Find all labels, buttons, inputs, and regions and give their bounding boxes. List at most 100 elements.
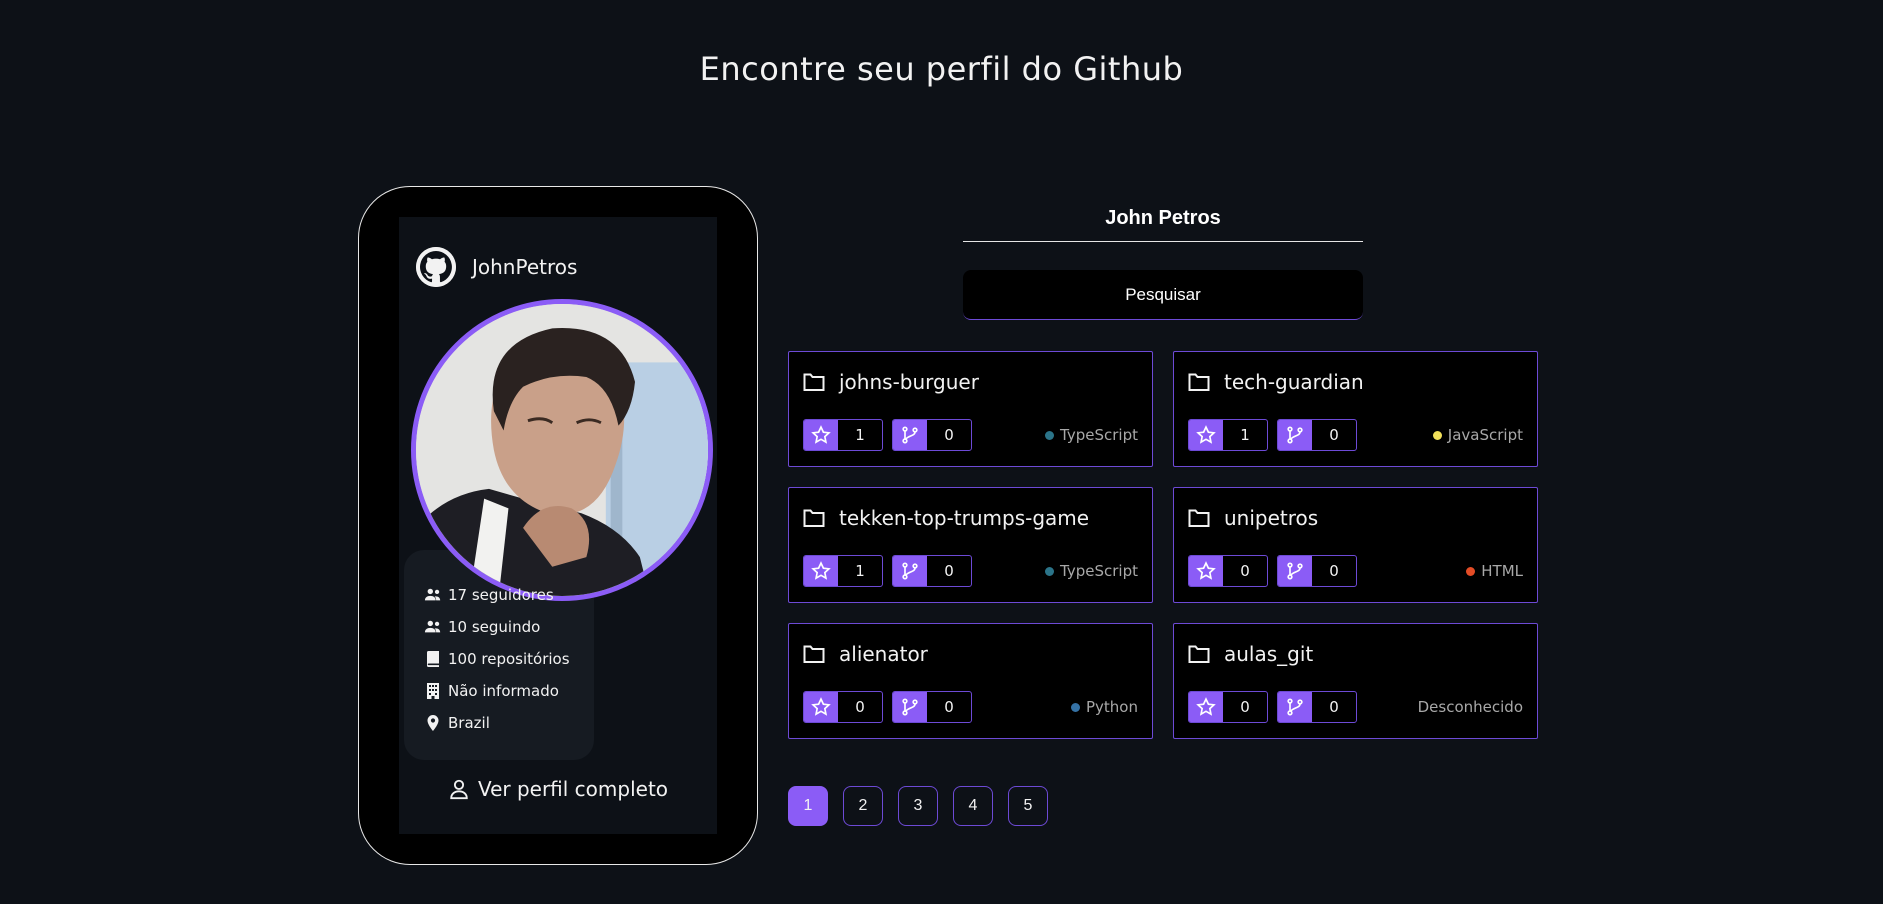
location-text: Brazil	[448, 714, 490, 732]
repo-language: HTML	[1466, 562, 1523, 580]
folder-icon	[1188, 373, 1210, 391]
folder-icon	[1188, 509, 1210, 527]
repo-language: TypeScript	[1045, 562, 1138, 580]
fork-count[interactable]: 0	[1277, 419, 1357, 451]
pagination: 1 2 3 4 5	[788, 786, 1048, 826]
star-icon	[1196, 425, 1216, 444]
repo-card[interactable]: aulas_git 0 0 Desconhecido	[1173, 623, 1538, 739]
repo-name: unipetros	[1224, 506, 1319, 530]
repo-card[interactable]: unipetros 0 0 HTML	[1173, 487, 1538, 603]
fork-count[interactable]: 0	[892, 419, 972, 451]
language-dot	[1045, 566, 1055, 576]
folder-icon	[1188, 645, 1210, 663]
language-label: Python	[1086, 698, 1138, 716]
repo-name: alienator	[839, 642, 928, 666]
star-count[interactable]: 1	[803, 555, 883, 587]
fork-icon	[902, 698, 918, 716]
star-count-value: 1	[855, 426, 865, 444]
page-button[interactable]: 5	[1008, 786, 1048, 826]
fork-count-value: 0	[1329, 426, 1339, 444]
repo-language: JavaScript	[1432, 426, 1523, 444]
fork-icon	[1287, 562, 1303, 580]
language-label: TypeScript	[1060, 562, 1138, 580]
fork-icon	[902, 562, 918, 580]
user-icon	[450, 779, 468, 800]
following-item: 10 seguindo	[424, 611, 570, 643]
full-profile-link[interactable]: Ver perfil completo	[399, 777, 717, 801]
page-title: Encontre seu perfil do Github	[699, 50, 1184, 88]
repo-name: aulas_git	[1224, 642, 1314, 666]
language-dot	[1466, 566, 1476, 576]
users-icon	[424, 588, 441, 601]
language-label: Desconhecido	[1417, 698, 1523, 716]
repo-card[interactable]: tech-guardian 1 0 JavaScript	[1173, 351, 1538, 467]
avatar	[411, 299, 713, 601]
phone-screen: JohnPetros 17 seguidores 10 seguindo 100…	[399, 217, 717, 834]
repositories-text: 100 repositórios	[448, 650, 570, 668]
fork-icon	[902, 426, 918, 444]
repo-language: Python	[1071, 698, 1138, 716]
repo-card[interactable]: alienator 0 0 Python	[788, 623, 1153, 739]
fork-count-value: 0	[1329, 698, 1339, 716]
repo-name: johns-burguer	[839, 370, 979, 394]
repo-language: Desconhecido	[1418, 698, 1523, 716]
fork-count-value: 0	[944, 562, 954, 580]
page-button[interactable]: 3	[898, 786, 938, 826]
star-icon	[811, 697, 831, 716]
star-count[interactable]: 0	[1188, 555, 1268, 587]
language-label: HTML	[1481, 562, 1523, 580]
company-text: Não informado	[448, 682, 559, 700]
users-icon	[424, 620, 441, 633]
language-label: TypeScript	[1060, 426, 1138, 444]
star-count[interactable]: 0	[803, 691, 883, 723]
star-count[interactable]: 1	[1188, 419, 1268, 451]
star-count-value: 0	[855, 698, 865, 716]
search-input[interactable]	[963, 196, 1363, 242]
profile-info-list: 17 seguidores 10 seguindo 100 repositóri…	[424, 579, 570, 739]
star-count-value: 0	[1240, 698, 1250, 716]
language-dot	[1432, 430, 1442, 440]
repositories-item: 100 repositórios	[424, 643, 570, 675]
page-button[interactable]: 1	[788, 786, 828, 826]
book-icon	[427, 651, 439, 667]
star-count-value: 0	[1240, 562, 1250, 580]
fork-count-value: 0	[1329, 562, 1339, 580]
fork-count[interactable]: 0	[892, 555, 972, 587]
star-count-value: 1	[855, 562, 865, 580]
star-icon	[811, 561, 831, 580]
fork-icon	[1287, 698, 1303, 716]
language-label: JavaScript	[1447, 426, 1523, 444]
building-icon	[427, 683, 439, 699]
star-icon	[811, 425, 831, 444]
map-pin-icon	[427, 715, 439, 731]
star-count[interactable]: 1	[803, 419, 883, 451]
following-text: 10 seguindo	[448, 618, 541, 636]
profile-username: JohnPetros	[472, 255, 578, 279]
repo-name: tech-guardian	[1224, 370, 1364, 394]
star-count[interactable]: 0	[1188, 691, 1268, 723]
fork-count-value: 0	[944, 426, 954, 444]
full-profile-label: Ver perfil completo	[477, 777, 669, 801]
repo-name: tekken-top-trumps-game	[839, 506, 1090, 530]
page-button[interactable]: 4	[953, 786, 993, 826]
star-icon	[1196, 697, 1216, 716]
folder-icon	[803, 509, 825, 527]
language-dot	[1071, 702, 1080, 712]
fork-count[interactable]: 0	[1277, 691, 1357, 723]
fork-count[interactable]: 0	[892, 691, 972, 723]
page-button[interactable]: 2	[843, 786, 883, 826]
fork-count-value: 0	[944, 698, 954, 716]
repo-card[interactable]: tekken-top-trumps-game 1 0 TypeScript	[788, 487, 1153, 603]
followers-item: 17 seguidores	[424, 579, 570, 611]
folder-icon	[803, 373, 825, 391]
folder-icon	[803, 645, 825, 663]
star-count-value: 1	[1240, 426, 1250, 444]
fork-icon	[1287, 426, 1303, 444]
fork-count[interactable]: 0	[1277, 555, 1357, 587]
repo-language: TypeScript	[1045, 426, 1138, 444]
repo-card[interactable]: johns-burguer 1 0 TypeScript	[788, 351, 1153, 467]
company-item: Não informado	[424, 675, 570, 707]
search-button[interactable]: Pesquisar	[963, 270, 1363, 320]
followers-text: 17 seguidores	[448, 586, 554, 604]
location-item: Brazil	[424, 707, 570, 739]
